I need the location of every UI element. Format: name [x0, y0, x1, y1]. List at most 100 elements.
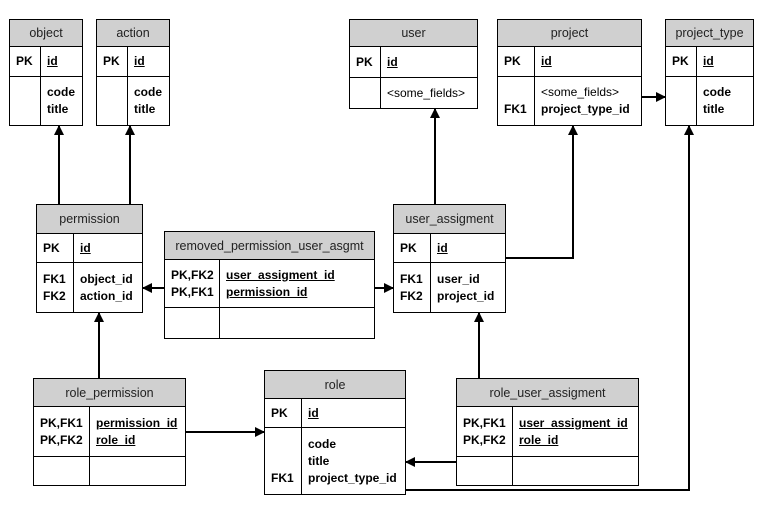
field-column: user_id project_id: [431, 263, 505, 312]
field-column: id: [74, 234, 142, 262]
field-column: user_assigment_id permission_id: [220, 260, 374, 307]
field-column: id: [128, 47, 169, 76]
pk-section: PK id: [394, 234, 505, 263]
pk-section: PK,FK1 PK,FK2 permission_id role_id: [34, 407, 185, 457]
entity-role-user-assigment[interactable]: role_user_assigment PK,FK1 PK,FK2 user_assi…: [456, 378, 639, 486]
entity-title: role: [265, 371, 405, 399]
key-label: PK,FK2: [463, 432, 506, 447]
key-column: [457, 457, 513, 485]
pk-section: PK id: [10, 47, 82, 77]
key-column: PK: [350, 47, 381, 77]
key-label: FK1: [400, 271, 423, 286]
key-column: [165, 308, 220, 338]
key-label: [16, 84, 40, 101]
key-label: PK: [672, 54, 689, 68]
field-column: id: [697, 47, 753, 76]
key-label: PK,FK1: [463, 415, 506, 430]
field-name: user_assigment_id: [519, 415, 628, 430]
field-column: <some_fields>: [381, 78, 477, 108]
entity-project-type[interactable]: project_type PK id code title: [665, 19, 754, 126]
key-label: FK2: [43, 288, 66, 303]
field-name: project_type_id: [541, 102, 630, 116]
field-name: <some_fields>: [541, 85, 620, 99]
field-name: id: [541, 54, 552, 68]
field-name: code: [134, 85, 163, 99]
key-column: PK: [37, 234, 74, 262]
pk-section: PK id: [37, 234, 142, 263]
field-name: code: [47, 85, 76, 99]
key-column: [350, 78, 381, 108]
entity-role[interactable]: role PK id FK1 code title project_type_id: [264, 370, 406, 495]
key-column: PK,FK2 PK,FK1: [165, 260, 220, 307]
key-label: [504, 84, 534, 101]
field-name: id: [308, 405, 319, 420]
key-label: PK: [103, 54, 120, 68]
pk-section: PK id: [265, 399, 405, 428]
key-label: [271, 436, 301, 453]
entity-title: project_type: [666, 20, 753, 47]
entity-removed-permission-user-asgmt[interactable]: removed_permission_user_asgmt PK,FK2 PK,FK…: [164, 231, 375, 339]
key-label: [356, 85, 380, 102]
entity-title: permission: [37, 205, 142, 234]
key-label: [672, 84, 696, 101]
field-name: id: [703, 54, 714, 68]
field-column: code title: [128, 77, 169, 125]
field-name: project_type_id: [308, 470, 397, 485]
entity-permission[interactable]: permission PK id FK1 FK2 object_id action_id: [36, 204, 143, 313]
field-name: id: [437, 240, 448, 255]
field-name: title: [134, 102, 156, 116]
key-column: FK1: [265, 428, 302, 494]
key-column: PK: [97, 47, 128, 76]
body-section: FK1 FK2 user_id project_id: [394, 263, 505, 312]
entity-action[interactable]: action PK id code title: [96, 19, 170, 126]
field-column: [513, 457, 638, 485]
field-name: permission_id: [226, 284, 308, 299]
entity-title: role_user_assigment: [457, 379, 638, 407]
entity-role-permission[interactable]: role_permission PK,FK1 PK,FK2 permission_id…: [33, 378, 186, 486]
key-column: FK1 FK2: [37, 263, 74, 312]
field-name: action_id: [80, 288, 133, 303]
entity-user-assigment[interactable]: user_assigment PK id FK1 FK2 user_id project_i…: [393, 204, 506, 313]
field-column: [220, 308, 374, 338]
field-column: [90, 457, 185, 485]
key-label: PK,FK2: [40, 432, 83, 447]
key-label: FK1: [43, 271, 66, 286]
key-column: FK1 FK2: [394, 263, 431, 312]
pk-section: PK,FK1 PK,FK2 user_assigment_id role_id: [457, 407, 638, 457]
key-label: PK: [356, 54, 373, 69]
key-label: [103, 101, 127, 118]
field-column: id: [535, 47, 641, 76]
field-column: id: [381, 47, 477, 77]
key-label: PK: [504, 54, 521, 68]
body-section: FK1 <some_fields> project_type_id: [498, 77, 641, 125]
pk-section: PK id: [666, 47, 753, 77]
field-column: code title: [41, 77, 82, 125]
field-name: permission_id: [96, 415, 178, 430]
key-column: FK1: [498, 77, 535, 125]
field-name: title: [308, 453, 330, 468]
key-label: FK1: [504, 102, 527, 116]
entity-title: project: [498, 20, 641, 47]
body-section: FK1 FK2 object_id action_id: [37, 263, 142, 312]
entity-object[interactable]: object PK id code title: [9, 19, 83, 126]
pk-section: PK id: [350, 47, 477, 78]
entity-project[interactable]: project PK id FK1 <some_fields> project_type_…: [497, 19, 642, 126]
key-label: PK: [43, 240, 60, 255]
entity-user[interactable]: user PK id <some_fields>: [349, 19, 478, 109]
key-column: PK,FK1 PK,FK2: [34, 407, 90, 456]
key-label: PK,FK1: [171, 284, 214, 299]
key-label: PK,FK1: [40, 415, 83, 430]
entity-title: removed_permission_user_asgmt: [165, 232, 374, 260]
key-label: PK: [271, 405, 288, 420]
body-section: FK1 code title project_type_id: [265, 428, 405, 494]
field-name: user_id: [437, 271, 480, 286]
pk-section: PK id: [97, 47, 169, 77]
field-column: <some_fields> project_type_id: [535, 77, 641, 125]
field-name: role_id: [96, 432, 136, 447]
field-column: id: [431, 234, 505, 262]
key-label: FK1: [271, 470, 294, 485]
key-label: PK: [400, 240, 417, 255]
field-column: user_assigment_id role_id: [513, 407, 638, 456]
field-name: code: [703, 85, 732, 99]
entity-title: user: [350, 20, 477, 47]
